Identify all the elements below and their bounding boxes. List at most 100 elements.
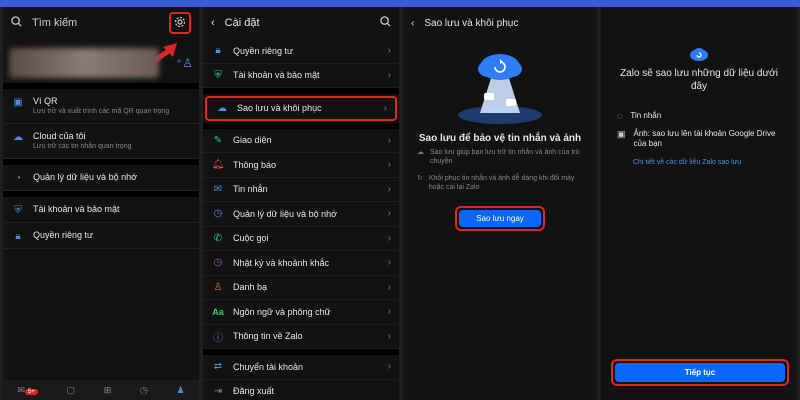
menu-item-qr-wallet[interactable]: ▣ Ví QR Lưu trữ và xuất trình các mã QR q… (3, 89, 199, 124)
top-strip (0, 0, 800, 7)
bottom-nav: ✉ 5+ ▢ ⊞ ◷ ♟ (3, 380, 199, 400)
shield-icon: ⛨ (214, 69, 222, 81)
person-icon: ♙ (213, 281, 223, 293)
settings-item-appearance[interactable]: ✎ Giao diện › (203, 129, 399, 153)
menu-item-data-storage[interactable]: ◔ Quản lý dữ liệu và bộ nhớ (3, 165, 199, 191)
restore-icon: ↻ (417, 175, 423, 182)
chevron-right-icon: › (383, 102, 387, 114)
settings-item-calls[interactable]: ✆ Cuộc gọi › (203, 227, 399, 251)
item-label: Quản lý dữ liệu và bộ nhớ (33, 172, 137, 182)
settings-item-backup-restore[interactable]: ☁ Sao lưu và khôi phục › (205, 96, 397, 121)
menu-item-privacy[interactable]: 🔒︎ Quyền riêng tư (3, 223, 199, 249)
backup-now-button[interactable]: Sao lưu ngay (459, 210, 541, 227)
settings-item-switch-account[interactable]: ⇄ Chuyển tài khoản › (203, 355, 399, 380)
avatar (9, 48, 159, 78)
chevron-right-icon: › (387, 159, 391, 171)
item-label: Tin nhắn (233, 184, 268, 195)
chevron-right-icon: › (387, 361, 391, 373)
qr-icon: ▣ (13, 97, 23, 108)
item-label: Chuyển tài khoản (233, 361, 304, 372)
nav-profile[interactable]: ♟ (177, 385, 185, 396)
item-label: Quyền riêng tư (33, 230, 94, 240)
item-subtitle: Lưu trữ và xuất trình các mã QR quan trọ… (33, 108, 170, 115)
bullet-text: Sao lưu giúp bạn lưu trữ tin nhắn và ảnh… (430, 149, 580, 165)
chevron-right-icon: › (387, 208, 391, 220)
backup-bullet: ☁ Sao lưu giúp bạn lưu trữ tin nhắn và ản… (403, 144, 597, 170)
backup-data-title: Zalo sẽ sao lưu những dữ liệu dưới đây (620, 68, 778, 92)
pie-icon: ◔ (14, 173, 22, 184)
bell-icon: 🔔︎ (211, 159, 225, 171)
cloud-small-icon: ☁ (417, 149, 424, 156)
item-label: Thông tin về Zalo (233, 331, 303, 342)
item-label: Tin nhắn (630, 111, 662, 120)
item-label: Tài khoản và bảo mật (33, 204, 120, 214)
bullet-text: Khôi phục tin nhắn và ảnh dễ dàng khi đổ… (428, 175, 575, 191)
settings-item-contacts[interactable]: ♙ Danh bạ › (203, 276, 399, 300)
item-label: Cloud của tôi (33, 131, 86, 141)
lock-icon: 🔒︎ (15, 231, 21, 242)
item-label: Ảnh: sao lưu lên tài khoản Google Drive … (633, 129, 776, 148)
s3-header: ‹ Sao lưu và khôi phục (403, 7, 597, 39)
restore-bullet: ↻ Khôi phục tin nhắn và ảnh dễ dàng khi đ… (403, 170, 597, 196)
profile-screen: Tìm kiếm ⁺♙ ▣ Ví QR Lưu trữ và xuất trình… (3, 7, 199, 400)
nav-messages[interactable]: ✉ 5+ (17, 385, 38, 396)
chat-icon: ✉ (213, 183, 223, 195)
nav-discover[interactable]: ⊞ (104, 385, 112, 396)
item-label: Thông báo (233, 159, 277, 170)
settings-item-about[interactable]: ⓘ Thông tin về Zalo › (203, 325, 399, 349)
settings-button[interactable] (169, 12, 191, 34)
item-label: Giao diện (233, 135, 272, 146)
switch-icon: ⇄ (213, 361, 223, 373)
backup-heading: Sao lưu để bảo vệ tin nhắn và ảnh (418, 133, 582, 144)
item-label: Sao lưu và khôi phục (237, 103, 322, 114)
data-item-photos: ▣ Ảnh: sao lưu lên tài khoản Google Drive… (601, 125, 797, 153)
page-title: Sao lưu và khôi phục (424, 17, 519, 29)
s2-header: ‹ Cài đặt (203, 7, 399, 39)
backup-restore-screen: ‹ Sao lưu và khôi phục Sao lưu để bảo vệ… (403, 7, 597, 400)
settings-item-privacy[interactable]: 🔒︎ Quyền riêng tư › (203, 39, 399, 64)
search-input[interactable]: Tìm kiếm (32, 17, 169, 29)
settings-item-language[interactable]: Aa Ngôn ngữ và phông chữ › (203, 300, 399, 325)
nav-timeline[interactable]: ◷ (140, 385, 148, 396)
chevron-right-icon: › (387, 183, 391, 195)
menu-item-my-cloud[interactable]: ☁ Cloud của tôi Lưu trữ các tin nhắn quan… (3, 124, 199, 159)
gear-icon (174, 16, 186, 31)
logout-icon: ⇥ (213, 385, 223, 397)
shield-icon: ⛨ (14, 205, 22, 216)
page-title: Cài đặt (224, 17, 260, 29)
chevron-right-icon: › (387, 257, 391, 269)
back-icon[interactable]: ‹ (411, 18, 414, 29)
settings-item-logout[interactable]: ⇥ Đăng xuất (203, 380, 399, 400)
settings-item-data-storage[interactable]: ◷ Quản lý dữ liệu và bộ nhớ › (203, 202, 399, 227)
settings-item-notifications[interactable]: 🔔︎ Thông báo › (203, 153, 399, 178)
continue-button[interactable]: Tiếp tục (615, 363, 785, 382)
phone-icon: ✆ (213, 232, 223, 244)
item-label: Ví QR (33, 96, 58, 106)
data-item-messages: ◌ Tin nhắn (601, 107, 797, 125)
settings-item-messages[interactable]: ✉ Tin nhắn › (203, 178, 399, 202)
menu-item-account-security[interactable]: ⛨ Tài khoản và bảo mật (3, 197, 199, 223)
search-icon[interactable] (380, 16, 391, 30)
chevron-right-icon: › (387, 134, 391, 146)
nav-contacts[interactable]: ▢ (66, 385, 75, 396)
cloud-icon: ☁ (217, 102, 227, 114)
chevron-right-icon: › (387, 69, 391, 81)
back-icon[interactable]: ‹ (211, 17, 215, 29)
clock-icon: ◷ (213, 208, 223, 220)
chat-icon: ◌ (617, 111, 623, 121)
settings-screen: ‹ Cài đặt 🔒︎ Quyền riêng tư › ⛨ Tài khoản v… (203, 7, 399, 400)
chevron-right-icon: › (387, 232, 391, 244)
item-label: Nhật ký và khoảnh khắc (233, 257, 330, 268)
info-icon: ⓘ (213, 332, 223, 344)
image-icon: ▣ (617, 129, 626, 139)
item-label: Quản lý dữ liệu và bộ nhớ (233, 208, 337, 219)
settings-item-timeline[interactable]: ◷ Nhật ký và khoảnh khắc › (203, 251, 399, 276)
settings-item-account-security[interactable]: ⛨ Tài khoản và bảo mật › (203, 64, 399, 88)
font-icon: Aa (212, 306, 224, 317)
search-icon[interactable] (11, 16, 22, 30)
cloud-icon (689, 47, 709, 61)
item-label: Tài khoản và bảo mật (233, 70, 320, 81)
backup-details-link[interactable]: Chi tiết về các dữ liệu Zalo sao lưu (601, 153, 797, 166)
chevron-right-icon: › (387, 45, 391, 57)
item-subtitle: Lưu trữ các tin nhắn quan trọng (33, 143, 132, 150)
